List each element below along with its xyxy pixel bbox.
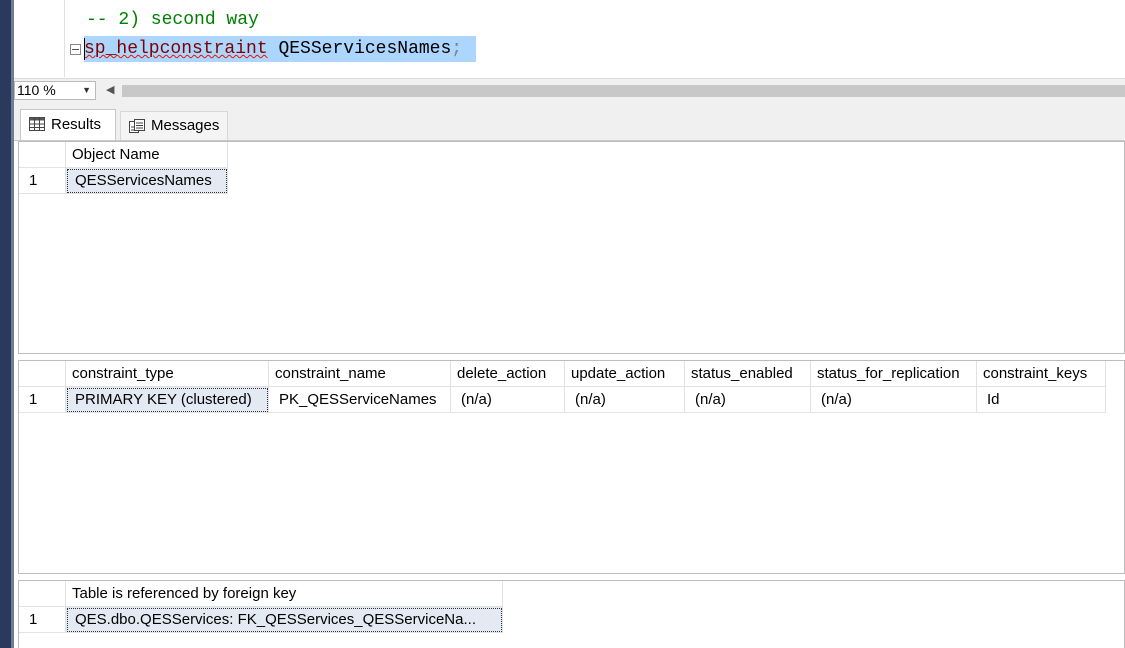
grid-cell-selected[interactable]: PRIMARY KEY (clustered) [66, 387, 269, 413]
query-editor[interactable]: -- 2) second way sp_helpconstraint QESSe… [14, 0, 1125, 77]
code-comment-line[interactable]: -- 2) second way [86, 10, 259, 30]
code-proc-name: sp_helpconstraint [84, 39, 268, 59]
column-header[interactable]: Object Name [66, 142, 228, 168]
column-header[interactable]: Table is referenced by foreign key [66, 581, 503, 607]
zoom-value: 110 % [17, 82, 56, 98]
text-cursor [84, 38, 85, 60]
code-terminator: ; [451, 39, 463, 59]
column-header[interactable]: update_action [565, 361, 685, 387]
code-table-arg: QESServicesNames [278, 39, 452, 59]
tab-results-label: Results [51, 116, 102, 133]
zoom-scroll-bar: 110 % ▼ ◀ [14, 78, 1125, 103]
grid-cell[interactable]: (n/a) [451, 387, 565, 413]
result-grid-3[interactable]: Table is referenced by foreign key 1 QES… [18, 580, 1125, 648]
column-header[interactable]: delete_action [451, 361, 565, 387]
collapse-toggle-icon[interactable] [70, 44, 81, 55]
tab-messages-label: Messages [151, 117, 220, 134]
grid-cell[interactable]: Id [977, 387, 1106, 413]
row-number[interactable]: 1 [19, 387, 66, 413]
column-header[interactable]: constraint_name [269, 361, 451, 387]
grid-cell[interactable]: (n/a) [565, 387, 685, 413]
zoom-dropdown[interactable]: 110 % ▼ [14, 81, 96, 100]
grid-icon [29, 117, 45, 131]
grid-cell-selected[interactable]: QESServicesNames [66, 168, 228, 194]
tab-messages[interactable]: Messages [120, 111, 228, 140]
row-header-corner[interactable] [19, 581, 66, 607]
column-header[interactable]: status_enabled [685, 361, 811, 387]
grid-cell-selected[interactable]: QES.dbo.QESServices: FK_QESServices_QESS… [66, 607, 503, 633]
result-grid-2[interactable]: constraint_type constraint_name delete_a… [18, 360, 1125, 574]
horizontal-scrollbar[interactable] [122, 85, 1125, 97]
tab-results[interactable]: Results [20, 109, 116, 140]
window-edge [0, 0, 11, 648]
chevron-down-icon[interactable]: ▼ [82, 82, 91, 99]
column-header[interactable]: status_for_replication [811, 361, 977, 387]
row-header-corner[interactable] [19, 142, 66, 168]
row-number[interactable]: 1 [19, 607, 66, 633]
messages-icon [129, 119, 145, 133]
row-header-corner[interactable] [19, 361, 66, 387]
grid-cell[interactable]: (n/a) [685, 387, 811, 413]
grid-cell[interactable]: (n/a) [811, 387, 977, 413]
grid-cell[interactable]: PK_QESServiceNames [269, 387, 451, 413]
column-header[interactable]: constraint_keys [977, 361, 1106, 387]
column-header[interactable]: constraint_type [66, 361, 269, 387]
code-selected-line[interactable]: sp_helpconstraint QESServicesNames; [84, 36, 477, 62]
result-tabstrip: Results Messages [14, 102, 1125, 141]
editor-gutter [64, 0, 65, 77]
result-grid-1[interactable]: Object Name 1 QESServicesNames [18, 141, 1125, 354]
row-number[interactable]: 1 [19, 168, 66, 194]
scroll-left-icon[interactable]: ◀ [106, 83, 114, 96]
